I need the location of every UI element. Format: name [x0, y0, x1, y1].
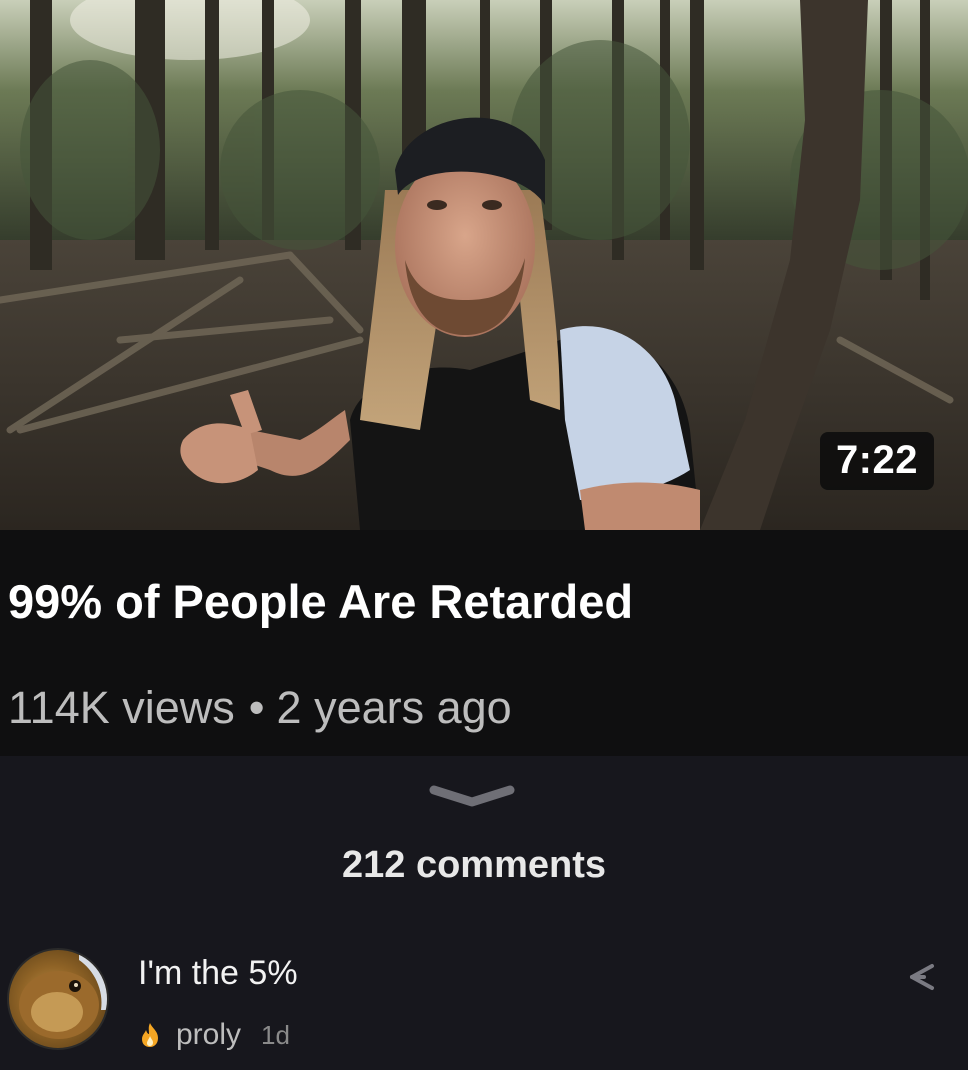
- comments-section: 212 comments I'm the 5% proly 1d: [0, 756, 968, 1070]
- comment-author[interactable]: proly: [176, 1018, 241, 1052]
- comment-count[interactable]: 212 comments: [0, 844, 948, 887]
- avatar[interactable]: [7, 948, 109, 1050]
- meta-separator: •: [248, 682, 265, 733]
- expand-button[interactable]: [424, 778, 520, 812]
- comment-text: I'm the 5%: [138, 954, 298, 992]
- reply-icon: [910, 964, 934, 990]
- comment-item: I'm the 5% proly 1d: [0, 930, 968, 1060]
- view-count: 114K views: [8, 682, 235, 733]
- chevron-down-icon: [429, 785, 515, 807]
- video-meta: 114K views • 2 years ago: [8, 680, 512, 736]
- video-thumbnail[interactable]: 7:22: [0, 0, 968, 530]
- video-info: 99% of People Are Retarded 114K views • 2 …: [0, 530, 968, 756]
- app-screen: 7:22 99% of People Are Retarded 114K vie…: [0, 0, 968, 1070]
- upload-age: 2 years ago: [276, 682, 512, 733]
- fire-icon: [142, 1023, 158, 1047]
- video-duration-badge: 7:22: [819, 432, 934, 490]
- video-title[interactable]: 99% of People Are Retarded: [8, 572, 633, 632]
- reply-button[interactable]: [904, 960, 938, 994]
- comment-time: 1d: [261, 1019, 290, 1050]
- comment-byline: proly 1d: [138, 1018, 290, 1052]
- avatar-image: [9, 950, 107, 1048]
